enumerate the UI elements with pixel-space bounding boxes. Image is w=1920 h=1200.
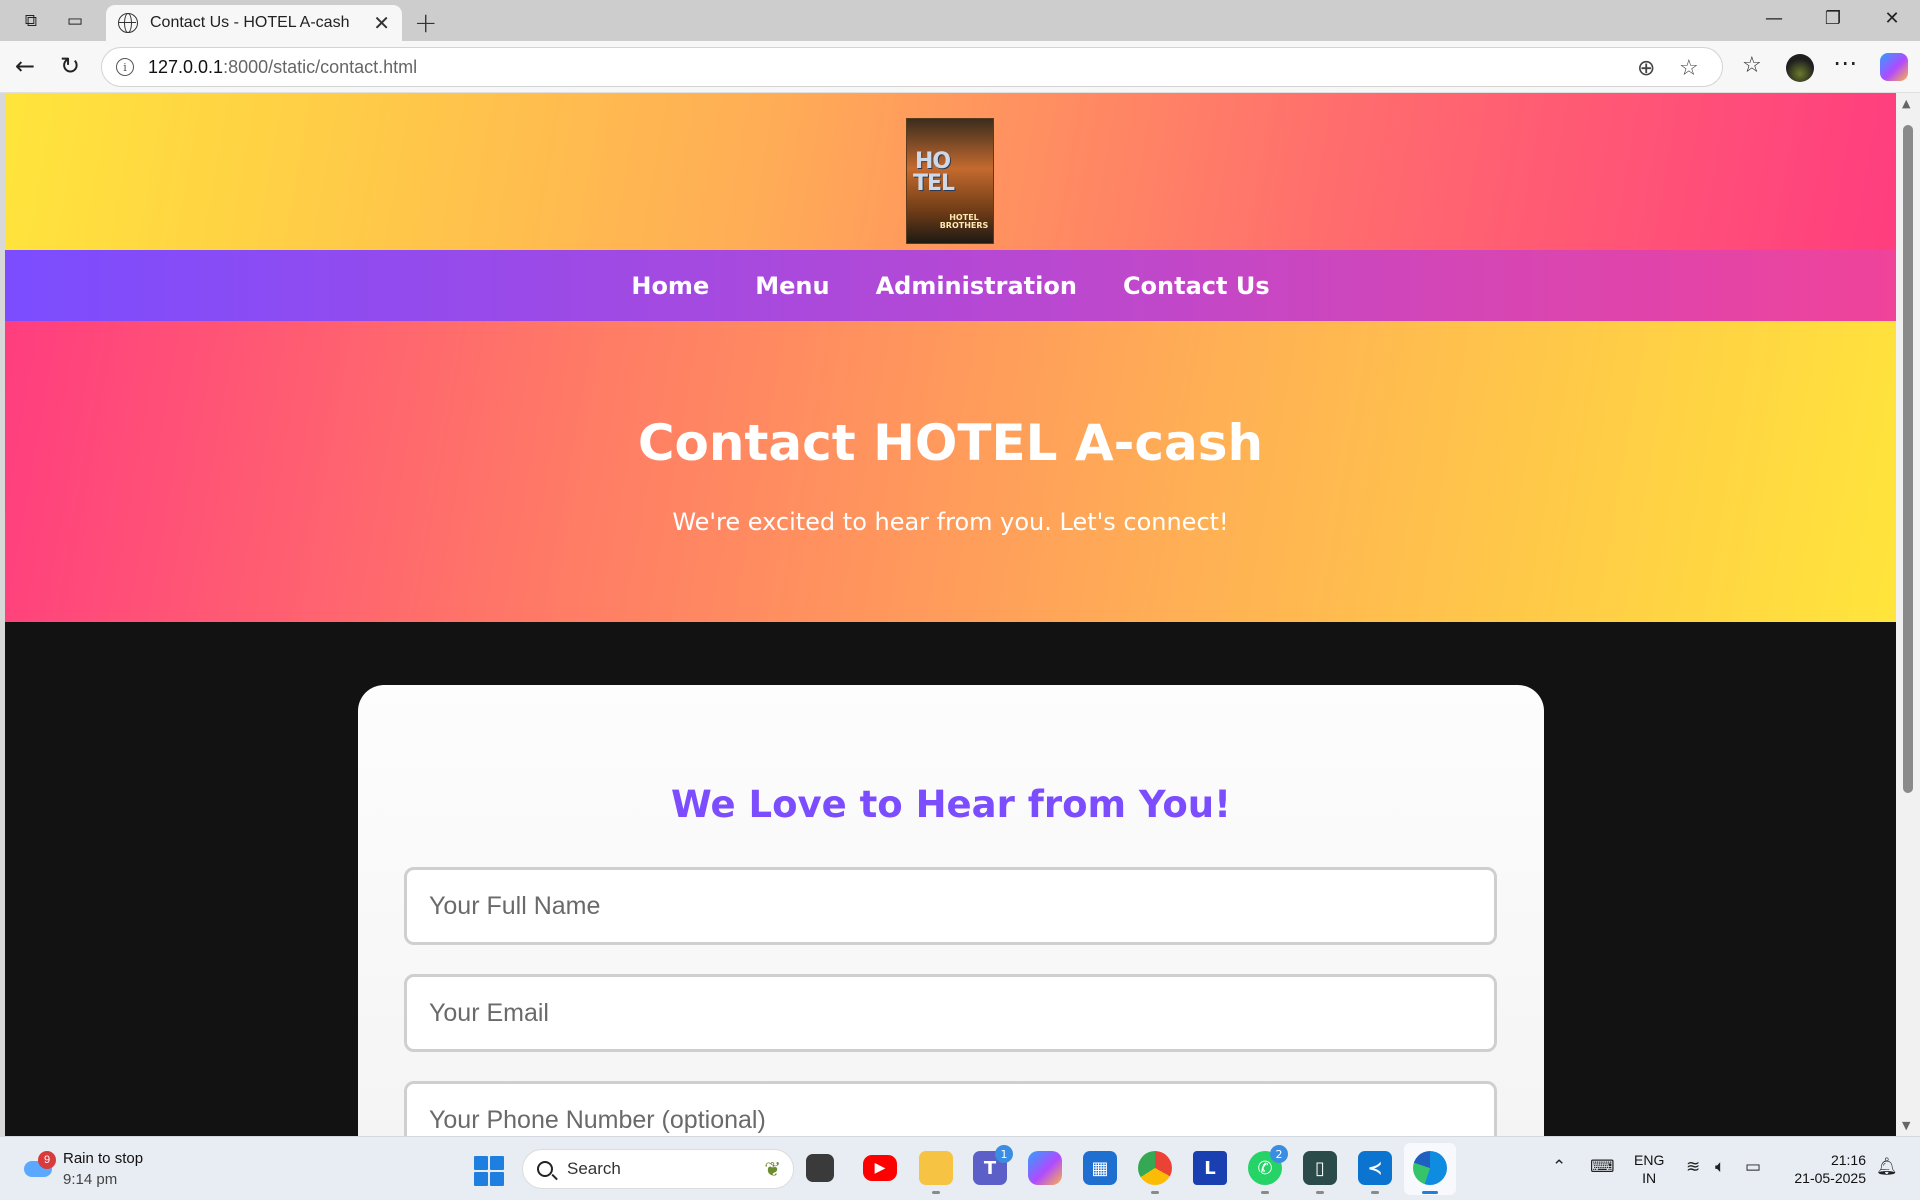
- language-indicator[interactable]: ENG IN: [1634, 1151, 1664, 1187]
- site-info-icon[interactable]: i: [116, 58, 134, 76]
- weather-badge: 9: [38, 1151, 56, 1169]
- address-bar[interactable]: i 127.0.0.1:8000/static/contact.html ⊕ ☆: [101, 47, 1723, 87]
- hotel-logo[interactable]: HO TEL HOTEL BROTHERS: [906, 118, 994, 244]
- weather-icon[interactable]: 9: [24, 1151, 56, 1181]
- tab-title: Contact Us - HOTEL A-cash: [150, 14, 350, 31]
- start-button[interactable]: [474, 1156, 504, 1186]
- main-nav: Home Menu Administration Contact Us: [5, 250, 1896, 321]
- url-text: 127.0.0.1:8000/static/contact.html: [148, 56, 418, 77]
- workspaces-icon[interactable]: ⧉: [18, 8, 44, 34]
- copilot-app-icon[interactable]: [1028, 1151, 1062, 1185]
- scroll-up-icon[interactable]: ▲: [1902, 97, 1910, 110]
- clock[interactable]: 21:16 21-05-2025: [1786, 1151, 1866, 1187]
- teams-icon[interactable]: T1: [973, 1145, 1013, 1185]
- notifications-icon[interactable]: 🔔︎: [1876, 1157, 1898, 1177]
- minimize-button[interactable]: —: [1762, 8, 1786, 29]
- nav-home[interactable]: Home: [631, 272, 709, 300]
- volume-icon[interactable]: 🔈︎: [1715, 1157, 1725, 1177]
- weather-title[interactable]: Rain to stop: [63, 1150, 143, 1167]
- browser-titlebar: ⧉ ▭ Contact Us - HOTEL A-cash ✕ + — ❐ ✕: [0, 0, 1920, 41]
- nav-contact-us[interactable]: Contact Us: [1123, 272, 1270, 300]
- favorites-icon[interactable]: ☆: [1742, 53, 1762, 78]
- vscode-icon[interactable]: ≺: [1358, 1151, 1392, 1194]
- wifi-icon[interactable]: ≋: [1686, 1157, 1700, 1177]
- zoom-icon[interactable]: ⊕: [1637, 56, 1655, 81]
- logo-text-bottom: TEL: [913, 171, 955, 196]
- reload-icon[interactable]: ↻: [55, 52, 85, 80]
- browser-toolbar: ← ↻ i 127.0.0.1:8000/static/contact.html…: [0, 41, 1920, 93]
- close-tab-icon[interactable]: ✕: [373, 11, 390, 35]
- close-window-button[interactable]: ✕: [1880, 8, 1904, 29]
- show-hidden-icons-chevron-icon[interactable]: ⌃: [1552, 1157, 1566, 1177]
- form-heading: We Love to Hear from You!: [671, 783, 1231, 826]
- task-view-icon[interactable]: [806, 1154, 834, 1182]
- hero-subtitle: We're excited to hear from you. Let's co…: [672, 508, 1229, 536]
- scrollbar-thumb[interactable]: [1903, 125, 1913, 793]
- file-explorer-icon[interactable]: [919, 1151, 953, 1194]
- hero-section: Contact HOTEL A-cash We're excited to he…: [5, 321, 1896, 622]
- vertical-tabs-icon[interactable]: ▭: [62, 8, 88, 34]
- edge-icon[interactable]: [1413, 1151, 1447, 1194]
- battery-icon[interactable]: ▭: [1745, 1157, 1761, 1177]
- contact-form-card: We Love to Hear from You!: [358, 685, 1544, 1136]
- browser-tab-active[interactable]: Contact Us - HOTEL A-cash ✕: [106, 5, 402, 41]
- hero-title: Contact HOTEL A-cash: [637, 414, 1264, 472]
- email-input[interactable]: [404, 974, 1497, 1052]
- globe-icon: [118, 13, 138, 33]
- phone-link-icon[interactable]: ▯: [1303, 1151, 1337, 1194]
- whatsapp-badge: 2: [1270, 1145, 1288, 1163]
- search-label: Search: [567, 1159, 621, 1178]
- scroll-down-icon[interactable]: ▼: [1902, 1119, 1910, 1132]
- full-name-input[interactable]: [404, 867, 1497, 945]
- logo-subtitle: HOTEL BROTHERS: [939, 213, 989, 230]
- nav-administration[interactable]: Administration: [876, 272, 1077, 300]
- youtube-icon[interactable]: ▶: [863, 1155, 897, 1181]
- back-arrow-icon[interactable]: ←: [10, 52, 40, 80]
- site-header: HO TEL HOTEL BROTHERS: [5, 93, 1896, 250]
- l-app-icon[interactable]: L: [1193, 1151, 1227, 1185]
- weather-time: 9:14 pm: [63, 1171, 118, 1188]
- store-icon[interactable]: ▦: [1083, 1151, 1117, 1185]
- taskbar-search[interactable]: Search ❦: [522, 1149, 794, 1189]
- search-highlight-icon: ❦: [764, 1157, 781, 1181]
- chrome-icon[interactable]: [1138, 1151, 1172, 1194]
- more-menu-icon[interactable]: ⋯: [1833, 49, 1857, 77]
- keyboard-icon[interactable]: ⌨: [1590, 1157, 1615, 1177]
- windows-taskbar: 9 Rain to stop 9:14 pm Search ❦ ▶ T1 ▦ L…: [0, 1136, 1920, 1200]
- phone-input[interactable]: [404, 1081, 1497, 1136]
- nav-menu[interactable]: Menu: [755, 272, 829, 300]
- page-viewport: HO TEL HOTEL BROTHERS Home Menu Administ…: [5, 93, 1896, 1136]
- search-icon: [537, 1161, 553, 1177]
- whatsapp-icon[interactable]: ✆ 2: [1248, 1145, 1288, 1194]
- teams-badge: 1: [995, 1145, 1013, 1163]
- page-scrollbar[interactable]: ▲ ▼: [1896, 93, 1920, 1136]
- new-tab-button[interactable]: +: [414, 6, 437, 39]
- restore-button[interactable]: ❐: [1821, 8, 1845, 29]
- profile-avatar[interactable]: [1786, 54, 1814, 82]
- favorite-star-icon[interactable]: ☆: [1679, 56, 1699, 81]
- copilot-icon[interactable]: [1880, 53, 1908, 81]
